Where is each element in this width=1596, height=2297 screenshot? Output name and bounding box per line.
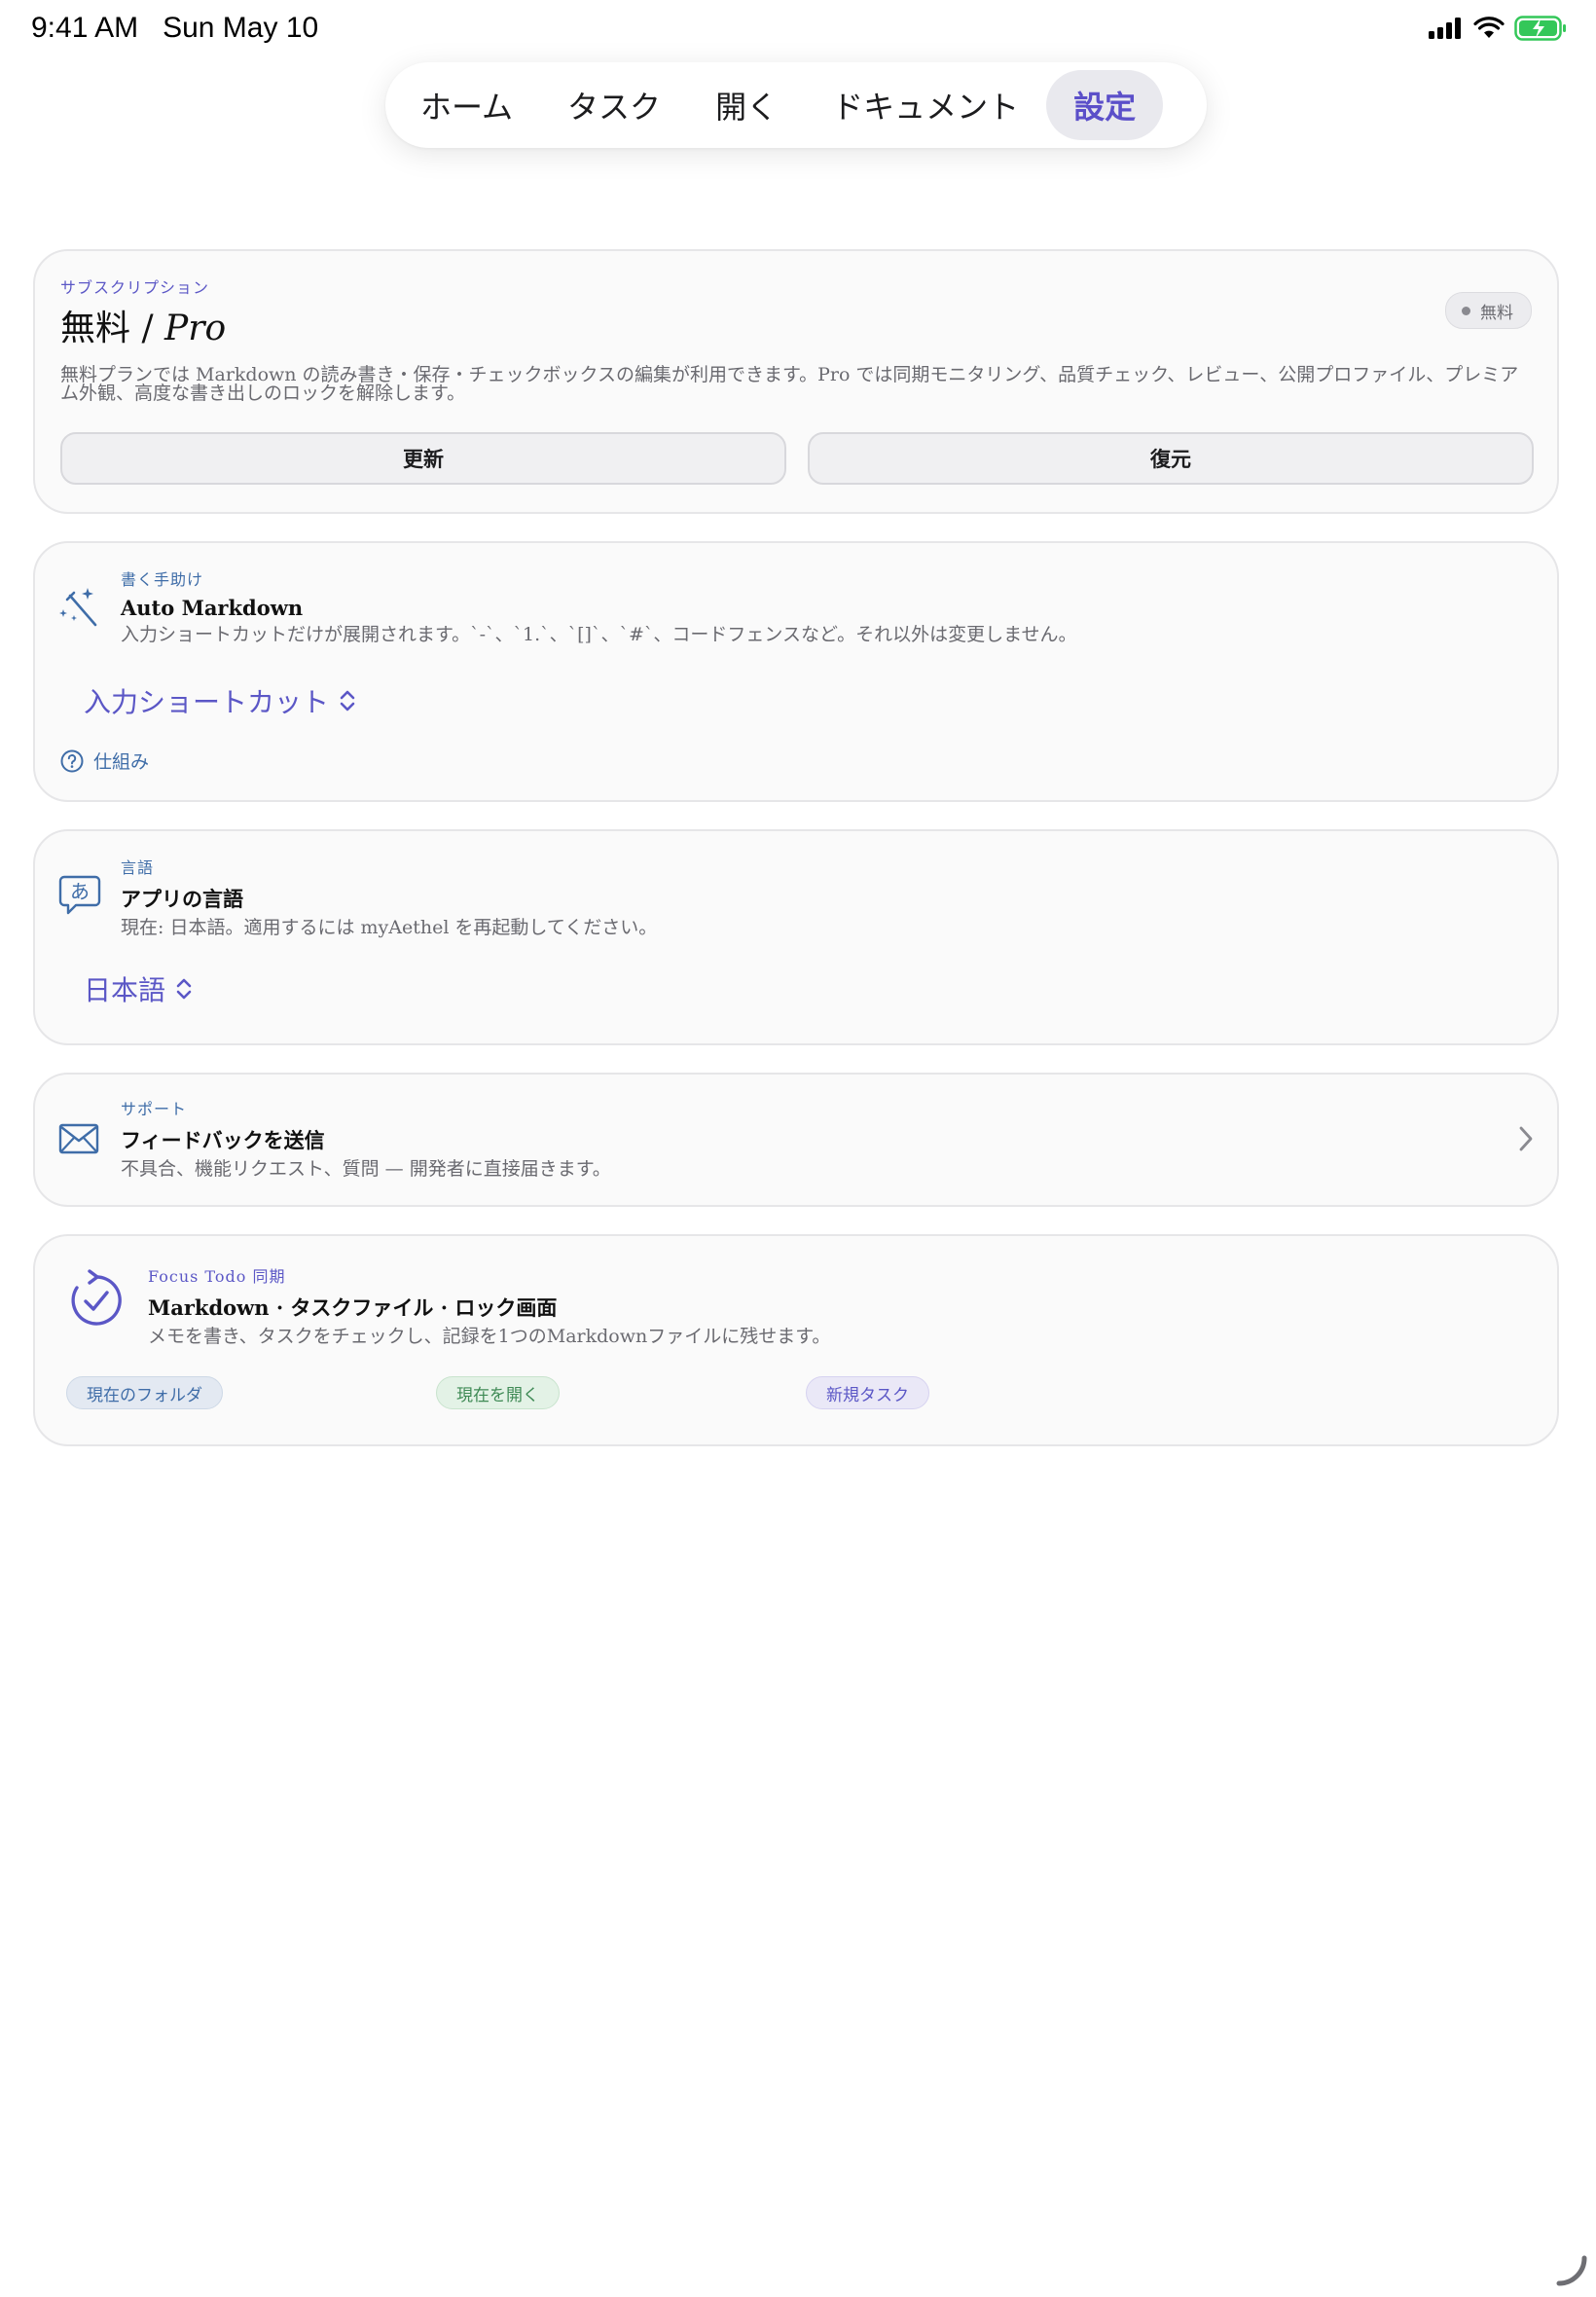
focus-todo-eyebrow: Focus Todo 同期: [148, 1267, 286, 1286]
plan-status-badge: 無料: [1445, 292, 1532, 329]
tab-tasks[interactable]: タスク: [540, 70, 688, 140]
tab-open[interactable]: 開く: [688, 70, 805, 140]
status-time-text: 9:41 AM: [31, 12, 139, 44]
battery-charging-icon: [1514, 16, 1566, 41]
scroll-corner-indicator: [1556, 2255, 1587, 2286]
focus-todo-title: Markdown · タスクファイル · ロック画面: [148, 1295, 558, 1320]
how-it-works-link[interactable]: 仕組み: [60, 747, 149, 774]
feedback-card[interactable]: サポート フィードバックを送信 不具合、機能リクエスト、質問 — 開発者に直接届…: [33, 1073, 1559, 1207]
auto-markdown-title: Auto Markdown: [121, 596, 304, 620]
language-card: あ 言語 アプリの言語 現在: 日本語。適用するには myAethel を再起動…: [33, 829, 1559, 1045]
tab-settings[interactable]: 設定: [1046, 70, 1164, 140]
plan-title-prefix: 無料 /: [60, 309, 165, 348]
subscription-card: サブスクリプション 無料 / Pro 無料 無料プランでは Markdown の…: [33, 249, 1559, 514]
plan-title-pro: Pro: [164, 309, 227, 348]
cellular-signal-icon: [1429, 18, 1461, 39]
sync-check-icon: [71, 1269, 122, 1326]
how-it-works-label: 仕組み: [93, 751, 150, 773]
badge-dot: [1462, 306, 1470, 315]
new-task-chip[interactable]: 新規タスク: [806, 1376, 929, 1409]
envelope-icon: [58, 1123, 99, 1154]
shortcut-mode-picker[interactable]: 入力ショートカット: [84, 681, 356, 720]
language-bubble-icon: あ: [58, 875, 101, 915]
status-bar: 9:41 AM Sun May 10: [0, 0, 1596, 62]
auto-markdown-card: 書く手助け Auto Markdown 入力ショートカットだけが展開されます。`…: [33, 541, 1559, 802]
feedback-text: サポート フィードバックを送信 不具合、機能リクエスト、質問 — 開発者に直接届…: [121, 1096, 611, 1179]
chevron-up-down-icon: [340, 690, 355, 711]
svg-text:あ: あ: [70, 880, 90, 903]
open-current-chip[interactable]: 現在を開く: [436, 1376, 560, 1409]
writing-helper-eyebrow: 書く手助け: [121, 570, 204, 589]
language-title: アプリの言語: [121, 887, 243, 911]
chevron-right-icon: [1519, 1126, 1533, 1151]
focus-todo-text: Focus Todo 同期 Markdown · タスクファイル · ロック画面…: [148, 1263, 830, 1346]
auto-markdown-text: 書く手助け Auto Markdown 入力ショートカットだけが展開されます。`…: [121, 566, 1077, 644]
focus-todo-description: メモを書き、タスクをチェックし、記録を1つのMarkdownファイルに残せます。: [148, 1326, 831, 1347]
support-eyebrow: サポート: [121, 1100, 188, 1118]
feedback-description: 不具合、機能リクエスト、質問 — 開発者に直接届きます。: [121, 1158, 611, 1180]
tab-home[interactable]: ホーム: [393, 70, 540, 140]
badge-label: 無料: [1480, 303, 1513, 323]
language-picker-value: 日本語: [84, 974, 166, 1006]
language-description: 現在: 日本語。適用するには myAethel を再起動してください。: [121, 917, 658, 938]
status-time: 9:41 AM Sun May 10: [31, 12, 318, 45]
refresh-button[interactable]: 更新: [60, 432, 786, 485]
shortcut-mode-value: 入力ショートカット: [84, 686, 330, 718]
chevron-up-down-icon: [176, 978, 192, 1000]
focus-todo-card: Focus Todo 同期 Markdown · タスクファイル · ロック画面…: [33, 1234, 1559, 1446]
plan-title: 無料 / Pro: [60, 300, 226, 350]
current-folder-chip[interactable]: 現在のフォルダ: [66, 1376, 223, 1409]
wifi-icon: [1473, 17, 1505, 38]
top-tab-bar: ホーム タスク 開く ドキュメント 設定: [385, 62, 1207, 148]
status-date-text: Sun May 10: [163, 12, 319, 44]
subscription-description: 無料プランでは Markdown の読み書き・保存・チェックボックスの編集が利用…: [60, 364, 1519, 404]
magic-wand-icon: [59, 588, 97, 627]
auto-markdown-description: 入力ショートカットだけが展開されます。`-`、`1.`、`[]`、`#`、コード…: [121, 624, 1077, 645]
restore-button[interactable]: 復元: [808, 432, 1534, 485]
status-icons: [1429, 16, 1567, 41]
feedback-title: フィードバックを送信: [121, 1128, 325, 1152]
language-eyebrow: 言語: [121, 858, 155, 877]
language-picker[interactable]: 日本語: [84, 969, 193, 1008]
language-text: 言語 アプリの言語 現在: 日本語。適用するには myAethel を再起動して…: [121, 855, 657, 937]
subscription-eyebrow: サブスクリプション: [60, 278, 210, 297]
question-circle-icon: [60, 749, 84, 772]
tab-documents[interactable]: ドキュメント: [805, 70, 1046, 140]
